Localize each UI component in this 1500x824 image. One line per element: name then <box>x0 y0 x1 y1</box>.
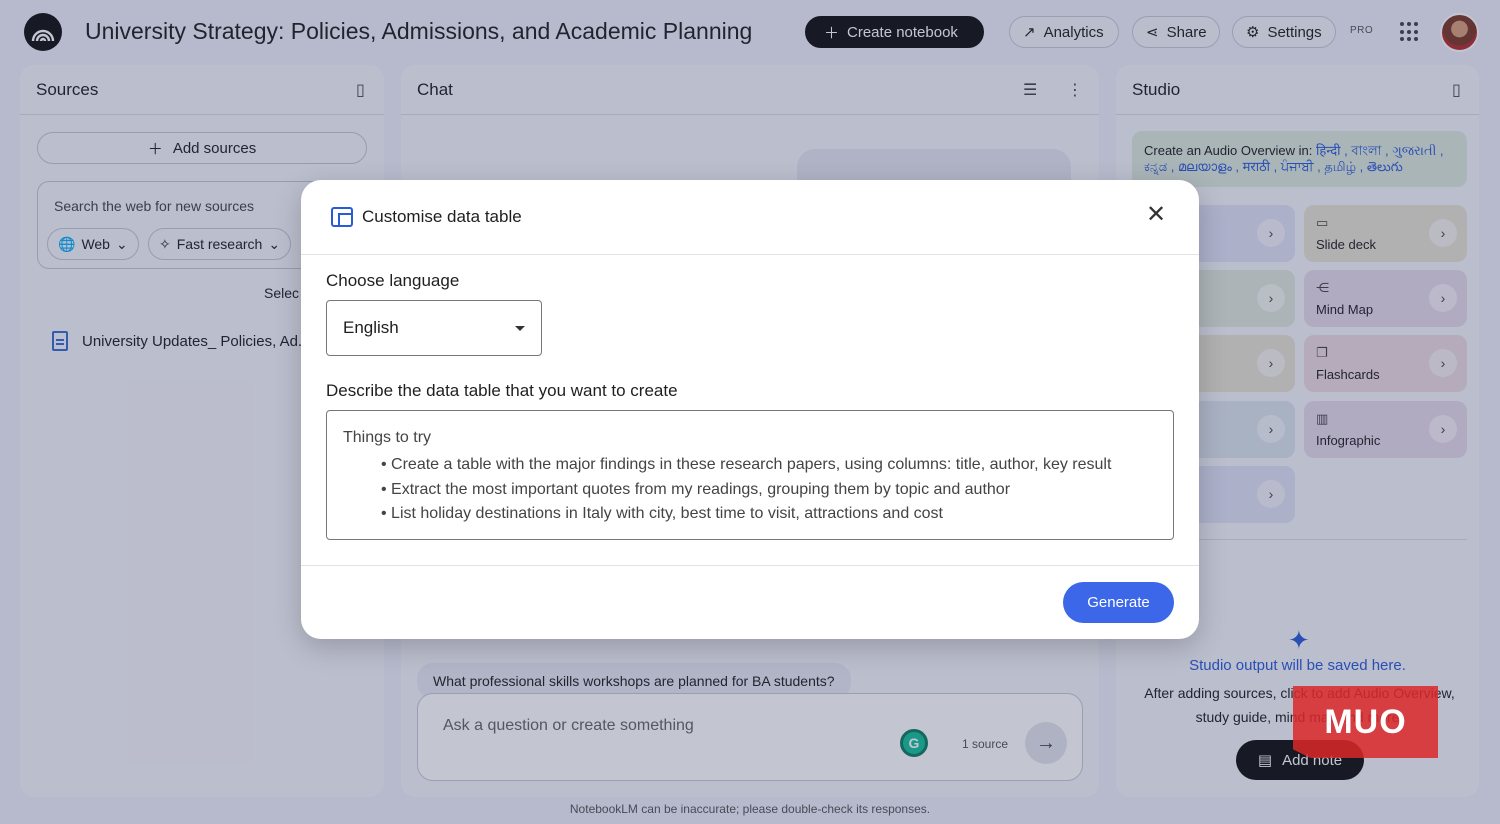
description-label: Describe the data table that you want to… <box>326 381 678 400</box>
language-select[interactable]: English <box>326 300 542 356</box>
divider <box>301 565 1199 566</box>
close-icon[interactable]: ✕ <box>1146 203 1166 227</box>
suggestion-list: Create a table with the major findings i… <box>381 453 1111 527</box>
dialog-header: Customise data table ✕ <box>301 180 1199 255</box>
language-label: Choose language <box>326 271 460 290</box>
watermark-logo: MUO <box>1293 686 1438 758</box>
dropdown-arrow-icon <box>515 326 525 331</box>
description-textarea[interactable]: Things to try Create a table with the ma… <box>326 410 1174 540</box>
table-icon <box>331 207 353 227</box>
list-item: List holiday destinations in Italy with … <box>381 502 1111 527</box>
generate-button[interactable]: Generate <box>1063 582 1174 623</box>
list-item: Extract the most important quotes from m… <box>381 478 1111 503</box>
customise-data-table-dialog: Customise data table ✕ Choose language E… <box>301 180 1199 639</box>
list-item: Create a table with the major findings i… <box>381 453 1111 478</box>
things-to-try-heading: Things to try <box>343 429 432 446</box>
dialog-title: Customise data table <box>362 207 522 226</box>
